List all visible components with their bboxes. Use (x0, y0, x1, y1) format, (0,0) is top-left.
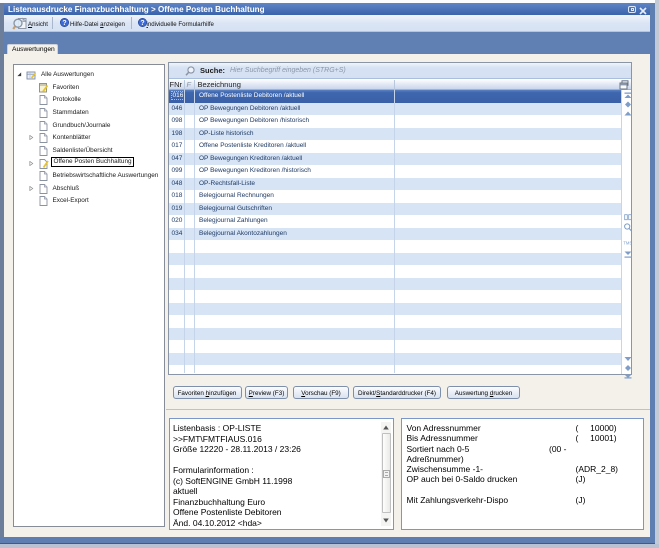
svg-text:?: ? (140, 20, 144, 27)
svg-text:?: ? (62, 20, 66, 27)
svg-text:TMS: TMS (623, 241, 632, 246)
